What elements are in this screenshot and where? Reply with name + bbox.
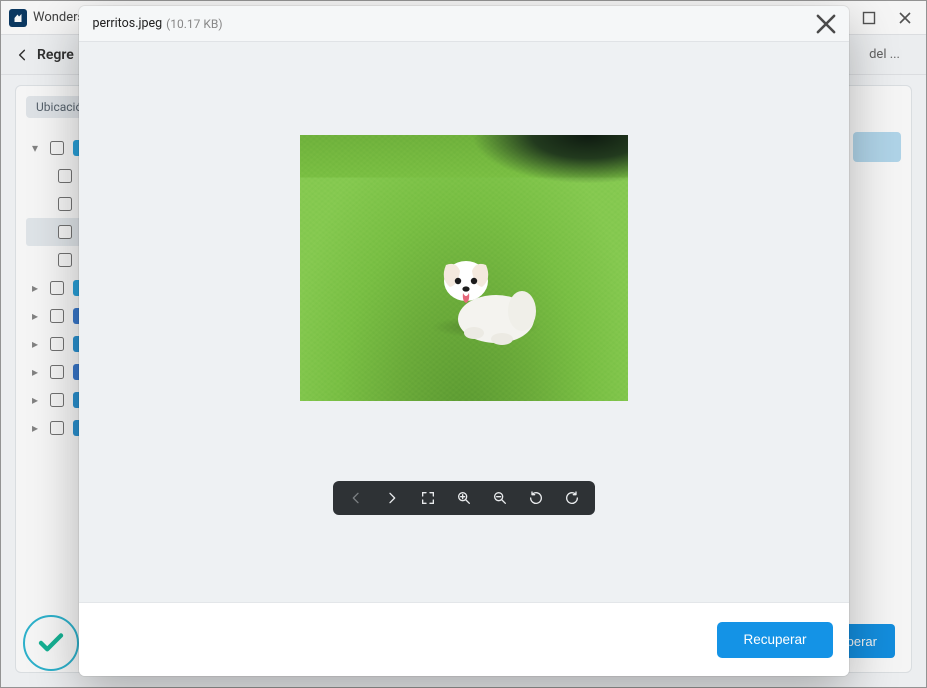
zoom-out-icon: [492, 490, 508, 506]
zoom-in-button[interactable]: [447, 483, 481, 513]
rotate-left-button[interactable]: [555, 483, 589, 513]
chevron-left-icon: [348, 490, 364, 506]
rotate-left-icon: [564, 490, 580, 506]
zoom-out-button[interactable]: [483, 483, 517, 513]
preview-image: [300, 135, 628, 401]
zoom-in-icon: [456, 490, 472, 506]
modal-header: perritos.jpeg (10.17 KB): [79, 6, 849, 42]
chevron-right-icon: [384, 490, 400, 506]
image-preview-modal: perritos.jpeg (10.17 KB): [79, 6, 849, 676]
fullscreen-button[interactable]: [411, 483, 445, 513]
close-icon: [813, 11, 839, 37]
preview-filename: perritos.jpeg: [93, 16, 163, 31]
recover-button-label: Recuperar: [743, 632, 806, 647]
previous-image-button[interactable]: [339, 483, 373, 513]
modal-footer: Recuperar: [79, 602, 849, 676]
close-modal-button[interactable]: [813, 11, 839, 37]
recover-button[interactable]: Recuperar: [717, 622, 832, 658]
preview-toolbar: [333, 481, 595, 515]
rotate-right-button[interactable]: [519, 483, 553, 513]
modal-overlay: perritos.jpeg (10.17 KB): [0, 0, 927, 688]
next-image-button[interactable]: [375, 483, 409, 513]
preview-canvas: [79, 42, 849, 602]
preview-filesize: (10.17 KB): [166, 17, 222, 31]
rotate-right-icon: [528, 490, 544, 506]
fullscreen-icon: [420, 490, 436, 506]
